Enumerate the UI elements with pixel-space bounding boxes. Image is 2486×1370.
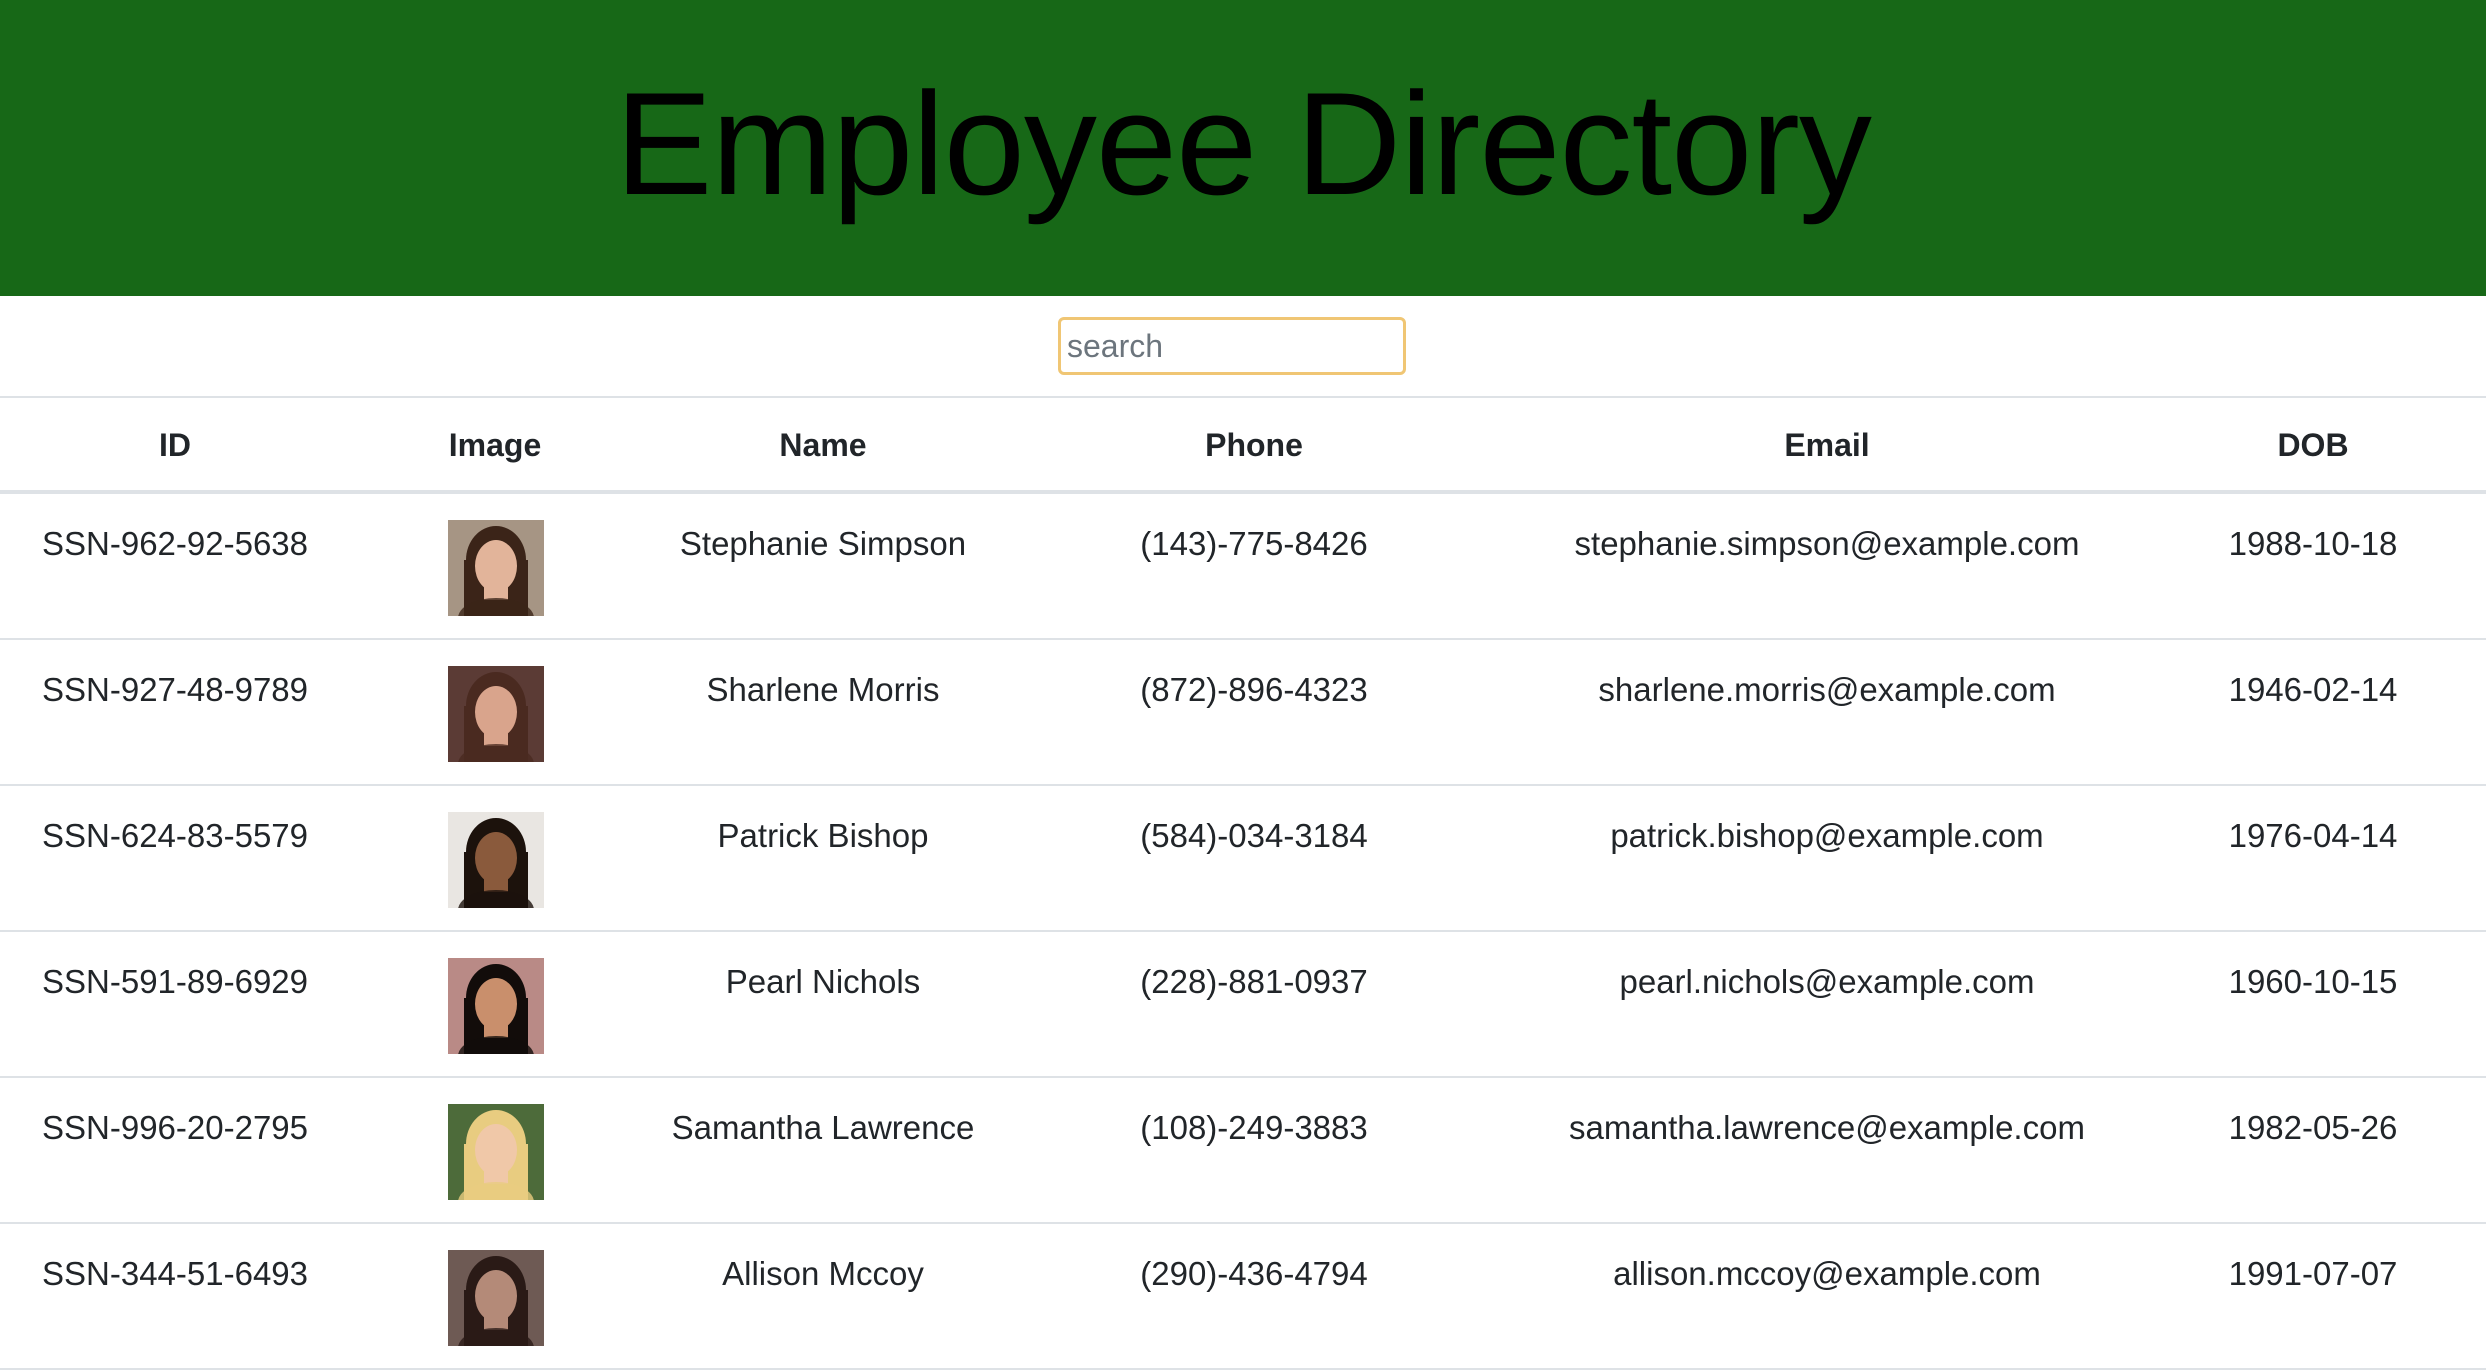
employee-id: SSN-962-92-5638 (42, 525, 308, 562)
employee-dob: 1991-07-07 (2228, 1255, 2398, 1292)
search-input[interactable] (1058, 317, 1406, 375)
employee-phone: (228)-881-0937 (1140, 963, 1368, 1000)
employee-id: SSN-591-89-6929 (42, 963, 308, 1000)
page-header: Employee Directory (0, 0, 2486, 296)
employee-name: Samantha Lawrence (671, 1109, 975, 1146)
employee-id: SSN-996-20-2795 (42, 1109, 308, 1146)
employee-phone: (584)-034-3184 (1140, 817, 1368, 854)
employee-name: Allison Mccoy (722, 1255, 924, 1292)
column-header-dob[interactable]: DOB (2110, 398, 2486, 492)
employee-avatar (448, 812, 544, 908)
employee-avatar (448, 520, 544, 616)
employee-id: SSN-624-83-5579 (42, 817, 308, 854)
employee-avatar (448, 958, 544, 1054)
employee-name: Pearl Nichols (725, 963, 921, 1000)
employee-id: SSN-344-51-6493 (42, 1255, 308, 1292)
page-title: Employee Directory (615, 62, 1872, 225)
employee-phone: (290)-436-4794 (1140, 1255, 1368, 1292)
table-row: SSN-591-89-6929 Pearl Nichols (228)-881-09… (0, 932, 2486, 1078)
employee-email: patrick.bishop@example.com (1610, 817, 2044, 854)
employee-avatar (448, 1250, 544, 1346)
employee-avatar (448, 1104, 544, 1200)
employee-dob: 1960-10-15 (2228, 963, 2398, 1000)
employee-name: Sharlene Morris (706, 671, 940, 708)
employee-name: Patrick Bishop (717, 817, 929, 854)
column-header-image[interactable]: Image (350, 398, 640, 492)
table-row: SSN-962-92-5638 Stephanie Simpson (143)-77… (0, 494, 2486, 640)
column-header-phone[interactable]: Phone (1006, 398, 1502, 492)
table-row: SSN-624-83-5579 Patrick Bishop (584)-034-3… (0, 786, 2486, 932)
employee-email: stephanie.simpson@example.com (1574, 525, 2080, 562)
employee-email: samantha.lawrence@example.com (1569, 1109, 2085, 1146)
employee-email: sharlene.morris@example.com (1598, 671, 2056, 708)
employee-phone: (143)-775-8426 (1140, 525, 1368, 562)
employee-table: ID Image Name Phone Email DOB SSN-962-92… (0, 396, 2486, 1370)
employee-avatar (448, 666, 544, 762)
employee-phone: (872)-896-4323 (1140, 671, 1368, 708)
employee-name: Stephanie Simpson (679, 525, 967, 562)
employee-dob: 1976-04-14 (2228, 817, 2398, 854)
column-header-email[interactable]: Email (1502, 398, 2152, 492)
column-header-id[interactable]: ID (0, 398, 350, 492)
table-row: SSN-996-20-2795 Samantha Lawrence (108)-24… (0, 1078, 2486, 1224)
employee-dob: 1946-02-14 (2228, 671, 2398, 708)
employee-dob: 1982-05-26 (2228, 1109, 2398, 1146)
table-row: SSN-344-51-6493 Allison Mccoy (290)-436-47… (0, 1224, 2486, 1370)
employee-phone: (108)-249-3883 (1140, 1109, 1368, 1146)
search-bar (0, 296, 2486, 396)
employee-email: pearl.nichols@example.com (1619, 963, 2035, 1000)
table-body: SSN-962-92-5638 Stephanie Simpson (143)-77… (0, 494, 2486, 1370)
table-row: SSN-927-48-9789 Sharlene Morris (872)-896-… (0, 640, 2486, 786)
employee-email: allison.mccoy@example.com (1613, 1255, 2041, 1292)
column-header-name[interactable]: Name (640, 398, 1006, 492)
table-header-row: ID Image Name Phone Email DOB (0, 396, 2486, 494)
employee-id: SSN-927-48-9789 (42, 671, 308, 708)
employee-dob: 1988-10-18 (2228, 525, 2398, 562)
